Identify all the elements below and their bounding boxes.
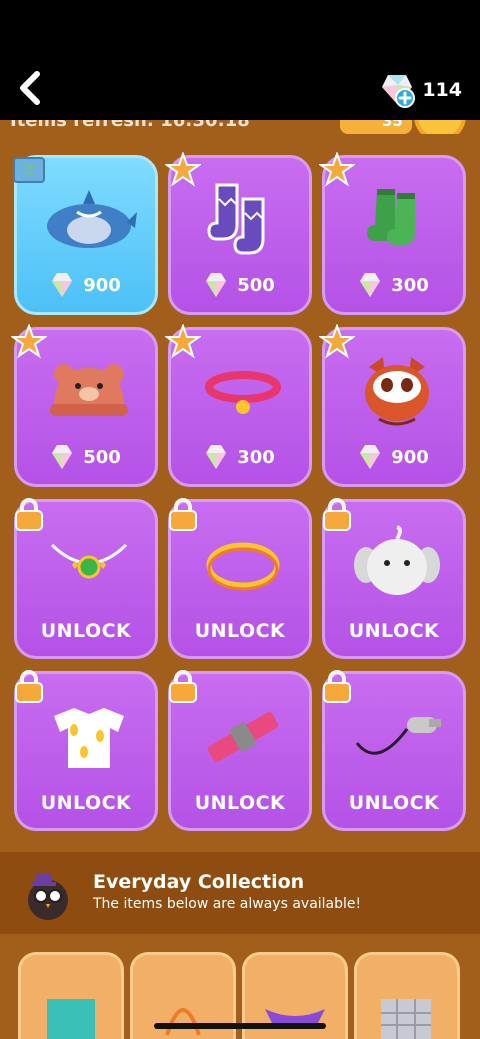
- gem-icon: [206, 273, 227, 297]
- bear-hat-image: [37, 350, 141, 436]
- section-subtitle: The items below are always available!: [93, 896, 362, 912]
- penguin-mascot-icon: [28, 874, 68, 920]
- refresh-cost-button[interactable]: 35: [340, 120, 412, 134]
- gem-plus-icon: [382, 75, 416, 108]
- shop-item-card[interactable]: 500: [165, 152, 312, 315]
- price-label: 900: [17, 272, 155, 298]
- halo-image: [191, 522, 295, 608]
- shop-item-card[interactable]: UNLOCK: [14, 498, 158, 659]
- gem-icon: [52, 445, 73, 469]
- price-label: 300: [171, 444, 309, 470]
- shop-item-card[interactable]: UNLOCK: [322, 498, 466, 659]
- shop-item-card[interactable]: 300: [319, 152, 466, 315]
- home-indicator: [154, 1023, 326, 1029]
- shop-item-card[interactable]: 300: [165, 324, 312, 487]
- gem-necklace-image: [37, 522, 141, 608]
- gem-icon: [360, 445, 381, 469]
- bell-collar-image: [191, 350, 295, 436]
- refresh-cost: 35: [382, 120, 403, 130]
- everyday-item-card[interactable]: [18, 952, 124, 1039]
- gem-icon: [206, 445, 227, 469]
- shorts-image: [47, 999, 95, 1039]
- unlock-label: UNLOCK: [194, 620, 286, 642]
- shark-costume-image: [37, 178, 141, 264]
- shop-item-card[interactable]: UNLOCK: [168, 498, 312, 659]
- price-label: 900: [325, 444, 463, 470]
- gem-counter[interactable]: 114: [378, 72, 462, 108]
- shop-item-card[interactable]: 900: [319, 324, 466, 487]
- refresh-button[interactable]: [414, 120, 466, 134]
- back-button[interactable]: [14, 68, 48, 108]
- elephant-hat-image: [345, 522, 449, 608]
- price-label: 500: [17, 444, 155, 470]
- winter-socks-image: [191, 178, 295, 264]
- unlock-label: UNLOCK: [40, 792, 132, 814]
- shop-item-card[interactable]: UNLOCK: [168, 670, 312, 831]
- unlock-label: UNLOCK: [348, 620, 440, 642]
- everyday-item-card[interactable]: [354, 952, 460, 1039]
- shop-item-card[interactable]: UNLOCK: [322, 670, 466, 831]
- plaid-shorts-image: [381, 999, 431, 1039]
- pink-belt-image: [191, 694, 295, 780]
- unlock-label: UNLOCK: [194, 792, 286, 814]
- red-panda-hat-image: [345, 350, 449, 436]
- unlock-label: UNLOCK: [40, 620, 132, 642]
- shop-item-card[interactable]: 900: [13, 155, 158, 315]
- gem-count: 114: [422, 79, 462, 101]
- gem-icon: [360, 273, 381, 297]
- refresh-strip: Items refresh: 16:30:18 35: [0, 120, 480, 134]
- pineapple-shirt-image: [37, 694, 141, 780]
- section-title: Everyday Collection: [93, 871, 305, 893]
- green-socks-image: [345, 178, 449, 264]
- refresh-timer: Items refresh: 16:30:18: [10, 120, 250, 131]
- price-label: 300: [325, 272, 463, 298]
- shop-item-card[interactable]: 500: [11, 324, 158, 487]
- shop-item-card[interactable]: UNLOCK: [14, 670, 158, 831]
- unlock-label: UNLOCK: [348, 792, 440, 814]
- everyday-collection-banner: Everyday Collection The items below are …: [0, 852, 480, 934]
- whistle-image: [345, 694, 449, 780]
- price-label: 500: [171, 272, 309, 298]
- chevron-left-icon: [20, 71, 40, 105]
- top-bar: 114: [0, 0, 480, 120]
- gem-icon: [52, 273, 73, 297]
